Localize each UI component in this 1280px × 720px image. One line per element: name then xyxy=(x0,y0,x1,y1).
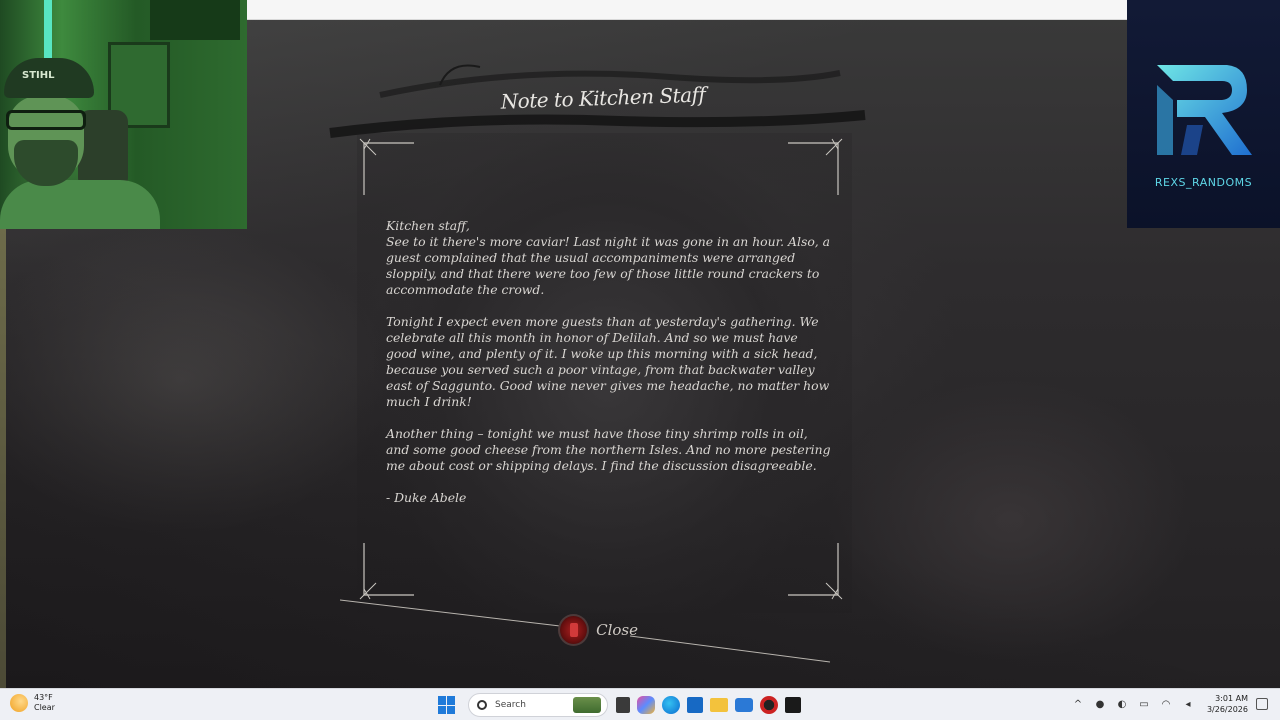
store-icon[interactable] xyxy=(687,697,703,713)
taskbar: 43°F Clear Search ^ ● ◐ ▭ ◠ ◂ 3:01 AM 3/… xyxy=(0,688,1280,720)
game-launcher-icon[interactable] xyxy=(760,696,778,714)
headset-icon[interactable]: ◐ xyxy=(1115,697,1129,711)
network-icon[interactable]: ● xyxy=(1093,697,1107,711)
close-label: Close xyxy=(596,621,638,639)
windows-start-icon[interactable] xyxy=(438,696,456,714)
scene-edge xyxy=(0,228,6,688)
note-body: Kitchen staff, See to it there's more ca… xyxy=(386,218,832,522)
webcam-shirt xyxy=(0,180,160,229)
weather-widget[interactable]: 43°F Clear xyxy=(10,693,55,713)
clock[interactable]: 3:01 AM 3/26/2026 xyxy=(1207,693,1248,715)
webcam-glasses xyxy=(6,110,86,130)
weather-condition: Clear xyxy=(34,703,55,712)
webcam-wall-frame xyxy=(150,0,240,40)
note-salutation: Kitchen staff, xyxy=(386,218,470,233)
browser-top-bar xyxy=(247,0,1127,20)
channel-logo-panel: REXS_RANDOMS xyxy=(1127,0,1280,228)
webcam-cap-text: STIHL xyxy=(22,70,55,81)
webcam-overlay: STIHL xyxy=(0,0,247,229)
close-icon[interactable] xyxy=(558,614,590,646)
copilot-icon[interactable] xyxy=(637,696,655,714)
clock-time: 3:01 AM xyxy=(1215,694,1248,703)
volume-icon[interactable]: ◂ xyxy=(1181,697,1195,711)
search-highlight-image xyxy=(573,697,601,713)
folder-icon[interactable] xyxy=(710,698,728,712)
weather-text: 43°F Clear xyxy=(34,693,55,713)
note-paragraph: Another thing – tonight we must have tho… xyxy=(386,426,831,473)
app-icon[interactable] xyxy=(785,697,801,713)
mail-icon[interactable] xyxy=(735,698,753,712)
file-manager-icon[interactable] xyxy=(616,697,630,713)
system-tray: ^ ● ◐ ▭ ◠ ◂ 3:01 AM 3/26/2026 xyxy=(1063,693,1268,715)
corner-ornament-top-left xyxy=(359,138,414,195)
moon-cloud-icon xyxy=(10,694,28,712)
corner-ornament-top-right xyxy=(788,138,843,195)
display-icon[interactable]: ▭ xyxy=(1137,697,1151,711)
notification-icon[interactable] xyxy=(1256,698,1268,710)
channel-name: REXS_RANDOMS xyxy=(1154,176,1253,189)
chevron-up-icon[interactable]: ^ xyxy=(1071,697,1085,711)
close-button[interactable]: Close xyxy=(558,614,638,646)
note-paragraph: See to it there's more caviar! Last nigh… xyxy=(386,234,831,297)
taskbar-search[interactable]: Search xyxy=(468,693,608,717)
note-paragraph: Tonight I expect even more guests than a… xyxy=(386,314,830,409)
note-signature: - Duke Abele xyxy=(386,490,467,505)
weather-temp: 43°F xyxy=(34,693,53,702)
search-icon xyxy=(477,700,487,710)
taskbar-center: Search xyxy=(438,693,808,717)
search-placeholder: Search xyxy=(495,700,526,710)
clock-date: 3/26/2026 xyxy=(1206,705,1248,714)
channel-logo-icon xyxy=(1157,65,1252,155)
wifi-icon[interactable]: ◠ xyxy=(1159,697,1173,711)
edge-icon[interactable] xyxy=(662,696,680,714)
